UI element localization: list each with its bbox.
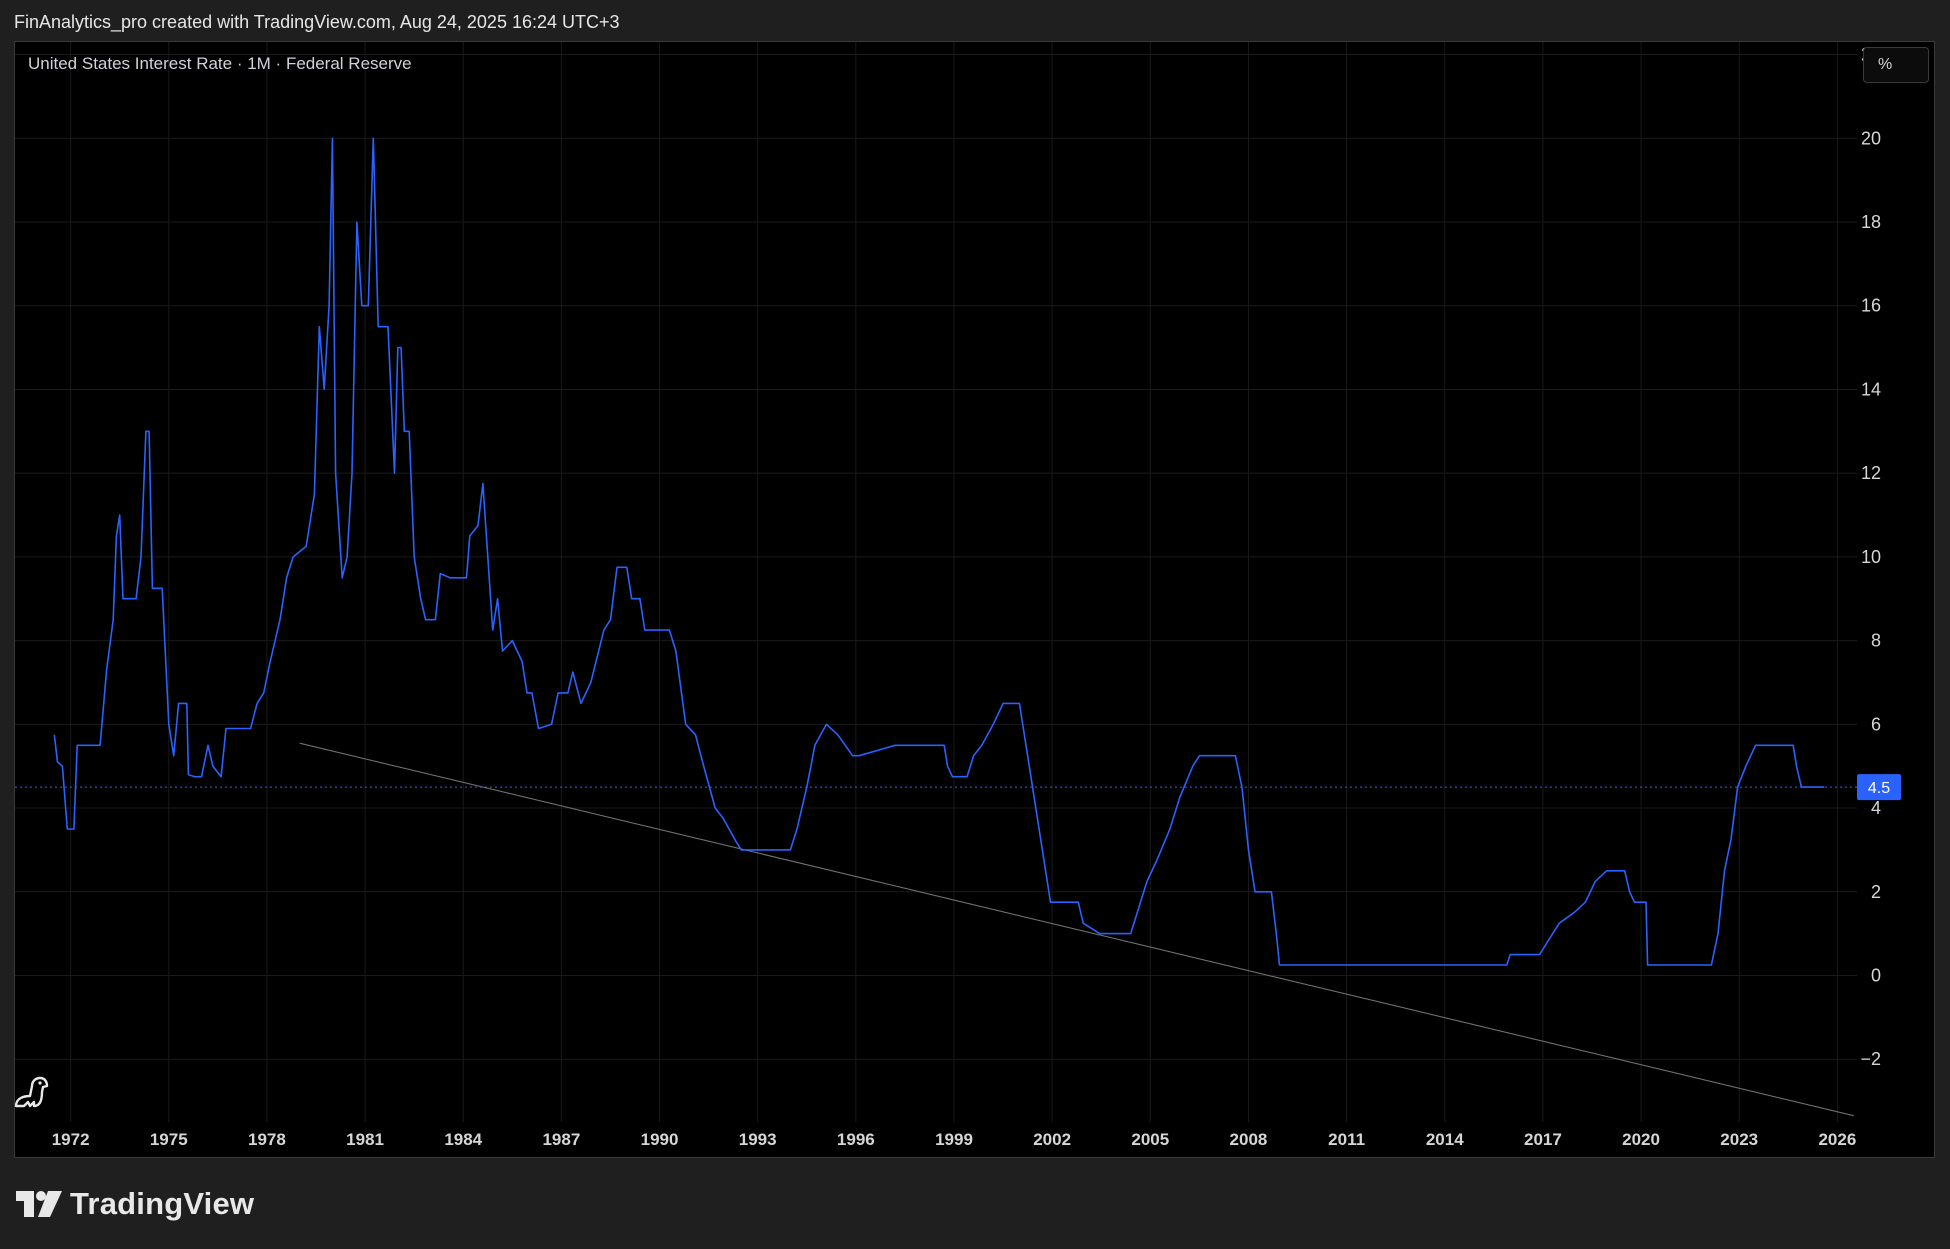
tradingview-logo-icon <box>16 1191 62 1217</box>
x-tick-label: 1996 <box>837 1130 875 1149</box>
y-tick-label: 4 <box>1871 798 1881 818</box>
x-tick-label: 2020 <box>1622 1130 1660 1149</box>
x-tick-label: 2017 <box>1524 1130 1562 1149</box>
x-tick-label: 1975 <box>150 1130 188 1149</box>
y-tick-label: 10 <box>1861 547 1881 567</box>
dinosaur-icon[interactable] <box>12 1072 52 1112</box>
x-tick-label: 2026 <box>1818 1130 1856 1149</box>
y-tick-label: 2 <box>1871 882 1881 902</box>
x-tick-label: 2005 <box>1131 1130 1169 1149</box>
x-tick-label: 2014 <box>1426 1130 1464 1149</box>
brand[interactable]: TradingView <box>16 1186 254 1222</box>
top-bar: FinAnalytics_pro created with TradingVie… <box>0 0 1950 42</box>
y-tick-label: 12 <box>1861 463 1881 483</box>
y-tick-label: 20 <box>1861 128 1881 148</box>
y-tick-label: 16 <box>1861 296 1881 316</box>
trend-line[interactable] <box>299 742 1854 1117</box>
y-tick-label: 6 <box>1871 714 1881 734</box>
x-tick-label: 1987 <box>542 1130 580 1149</box>
y-tick-label: 14 <box>1861 379 1881 399</box>
series-line <box>53 137 1825 966</box>
y-axis: 2220181614121086420−2 <box>1860 45 1881 1070</box>
x-tick-label: 2008 <box>1230 1130 1268 1149</box>
last-value-badge: 4.5 <box>1857 774 1901 801</box>
x-tick-label: 1990 <box>641 1130 679 1149</box>
x-tick-label: 2002 <box>1033 1130 1071 1149</box>
y-tick-label: 8 <box>1871 631 1881 651</box>
last-value-label: 4.5 <box>1868 780 1890 797</box>
x-axis: 1972 1975 1978 1981 1984 1987 1990 1993 1996 1999… <box>52 1130 1857 1149</box>
x-tick-label: 1984 <box>444 1130 482 1149</box>
x-tick-label: 1981 <box>346 1130 384 1149</box>
unit-button[interactable]: % <box>1863 47 1929 83</box>
y-tick-label: −2 <box>1860 1049 1881 1069</box>
x-tick-label: 1999 <box>935 1130 973 1149</box>
x-tick-label: 1972 <box>52 1130 90 1149</box>
x-tick-label: 1993 <box>739 1130 777 1149</box>
y-tick-label: 18 <box>1861 212 1881 232</box>
grid-lines <box>15 42 1857 1122</box>
brand-name: TradingView <box>70 1186 255 1221</box>
y-tick-label: 0 <box>1871 965 1881 985</box>
line-chart[interactable]: 2220181614121086420−2 197219751978198119… <box>15 42 1935 1158</box>
x-tick-label: 2023 <box>1720 1130 1758 1149</box>
chart-credit: FinAnalytics_pro created with TradingVie… <box>14 12 620 32</box>
x-tick-label: 2011 <box>1328 1130 1365 1149</box>
x-tick-label: 1978 <box>248 1130 286 1149</box>
chart-legend[interactable]: United States Interest Rate · 1M · Feder… <box>28 54 412 74</box>
chart-panel[interactable]: 2220181614121086420−2 197219751978198119… <box>14 41 1935 1158</box>
